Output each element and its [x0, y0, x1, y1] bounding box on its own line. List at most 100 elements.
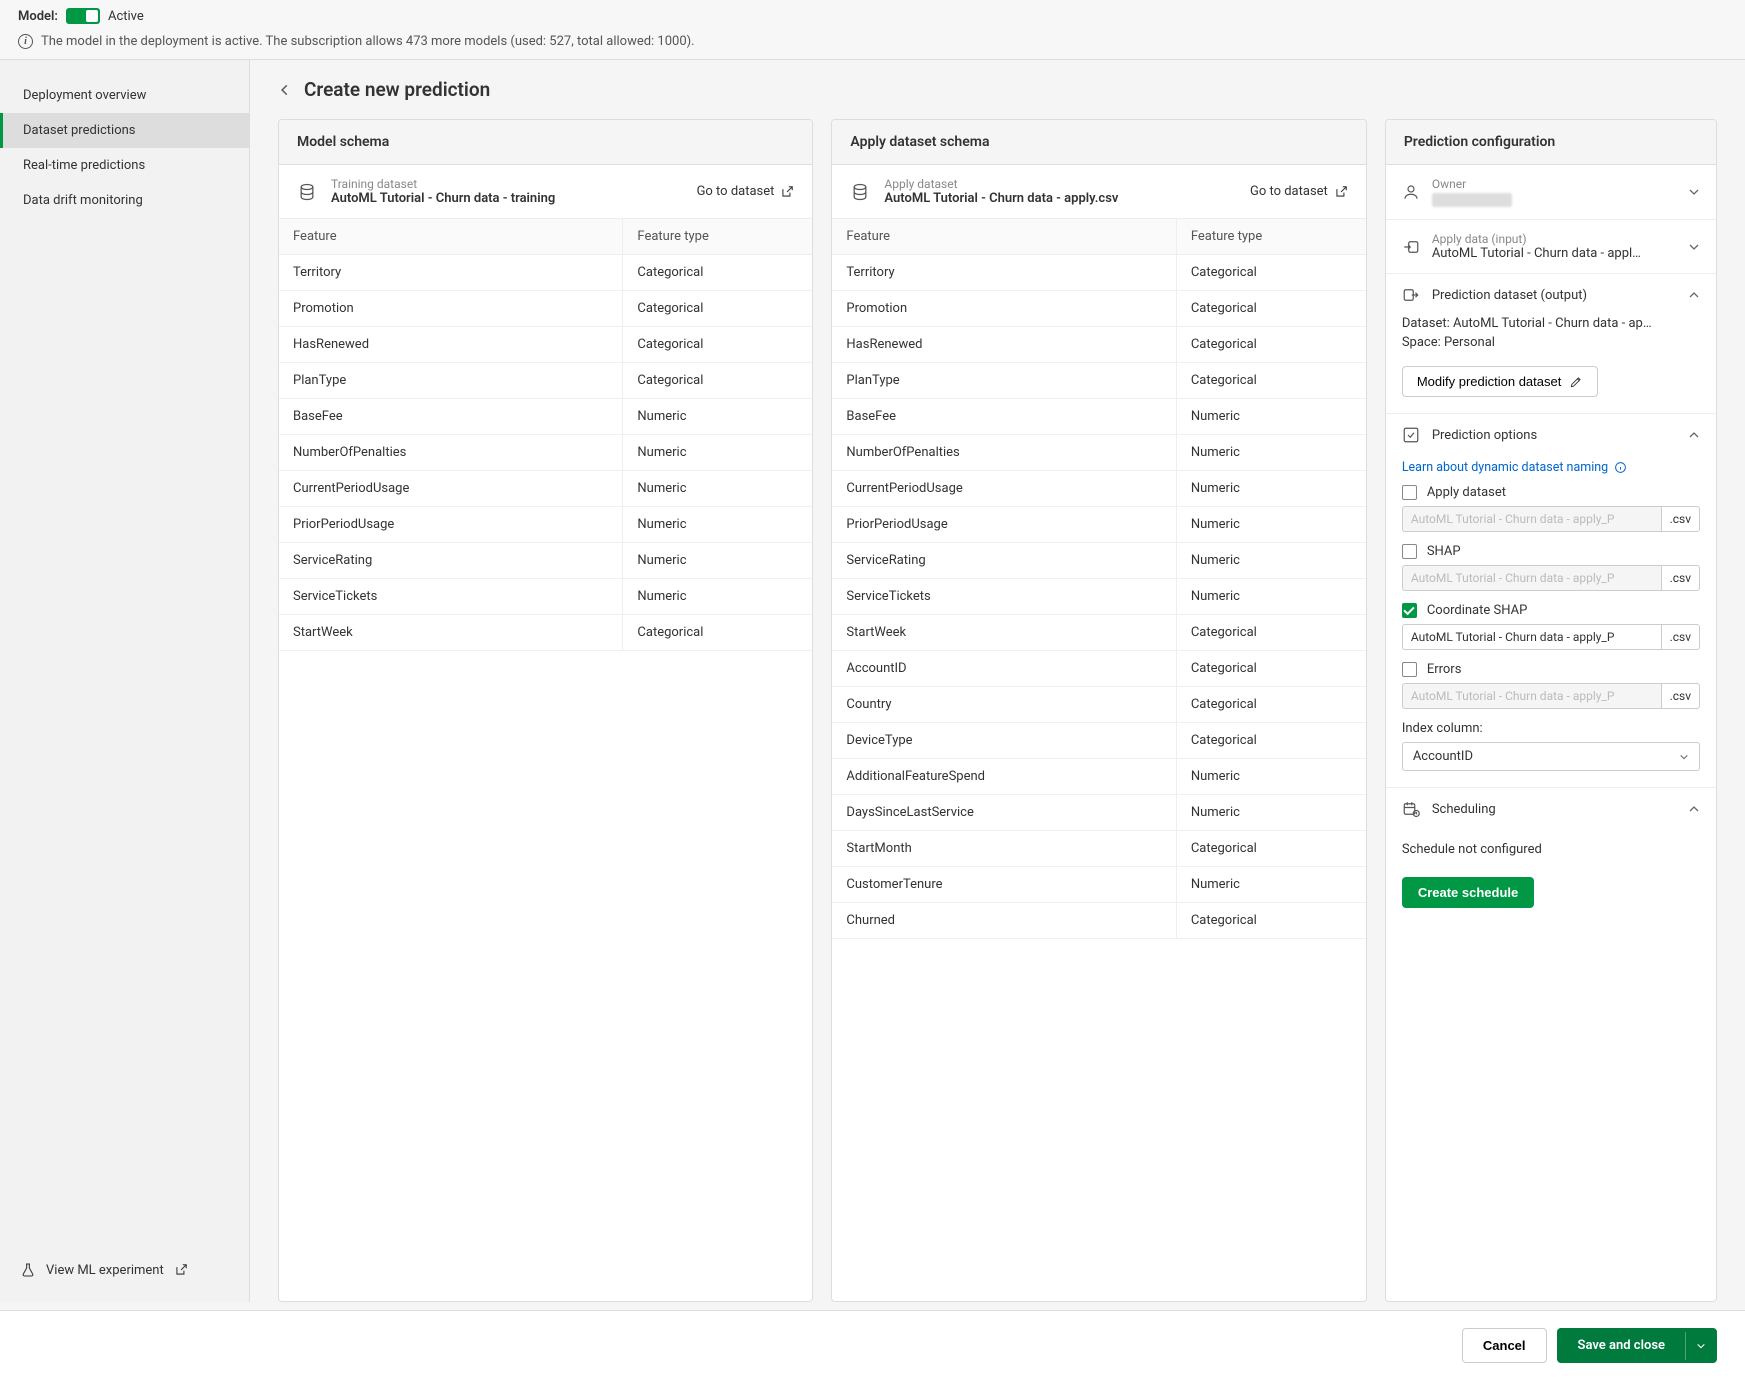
type-cell: Numeric: [622, 435, 812, 470]
config-scheduling-toggle[interactable]: Scheduling: [1386, 788, 1716, 830]
model-schema-header: Model schema: [279, 120, 812, 165]
model-active-toggle[interactable]: [66, 8, 100, 24]
view-ml-experiment-link[interactable]: View ML experiment: [0, 1246, 249, 1302]
sidebar-item-real-time-predictions[interactable]: Real-time predictions: [0, 148, 249, 183]
config-owner-section[interactable]: Owner: [1386, 165, 1716, 220]
config-options-toggle[interactable]: Prediction options: [1386, 414, 1716, 456]
model-toggle-row: Model: Active: [18, 8, 1727, 24]
type-cell: Categorical: [1176, 831, 1366, 866]
save-dropdown-toggle[interactable]: [1685, 1332, 1716, 1360]
goto-apply-dataset[interactable]: Go to dataset: [1250, 184, 1348, 199]
config-output-toggle[interactable]: Prediction dataset (output): [1386, 274, 1716, 316]
external-link-icon: [780, 185, 794, 199]
table-row: CurrentPeriodUsageNumeric: [279, 471, 812, 507]
index-column-select[interactable]: AccountID: [1402, 742, 1700, 771]
option-label: SHAP: [1427, 544, 1461, 559]
type-cell: Categorical: [622, 363, 812, 398]
view-ml-experiment-label: View ML experiment: [46, 1263, 164, 1278]
table-row: CurrentPeriodUsageNumeric: [832, 471, 1365, 507]
option-apply-dataset: Apply dataset: [1402, 485, 1700, 500]
type-cell: Categorical: [1176, 291, 1366, 326]
back-button[interactable]: [278, 83, 292, 97]
checkbox[interactable]: [1402, 544, 1417, 559]
table-row: AdditionalFeatureSpendNumeric: [832, 759, 1365, 795]
create-schedule-button[interactable]: Create schedule: [1402, 877, 1534, 908]
save-and-close-button[interactable]: Save and close: [1557, 1328, 1717, 1363]
modify-prediction-dataset-button[interactable]: Modify prediction dataset: [1402, 366, 1599, 397]
apply-dataset-sub: Apply dataset: [884, 177, 1236, 191]
table-row: ServiceRatingNumeric: [279, 543, 812, 579]
feature-cell: ServiceRating: [279, 543, 622, 578]
calendar-icon: [1402, 800, 1420, 818]
training-dataset-name: AutoML Tutorial - Churn data - training: [331, 191, 683, 206]
feature-cell: CurrentPeriodUsage: [832, 471, 1175, 506]
option-file-row: AutoML Tutorial - Churn data - apply_P.c…: [1402, 624, 1700, 650]
chevron-up-icon: [1688, 803, 1700, 815]
option-label: Errors: [1427, 662, 1462, 677]
feature-cell: NumberOfPenalties: [279, 435, 622, 470]
table-row: NumberOfPenaltiesNumeric: [832, 435, 1365, 471]
type-cell: Numeric: [1176, 579, 1366, 614]
output-dataset-line: Dataset: AutoML Tutorial - Churn data - …: [1402, 316, 1700, 331]
sidebar-item-deployment-overview[interactable]: Deployment overview: [0, 78, 249, 113]
model-schema-table-head: Feature Feature type: [279, 219, 812, 255]
subscription-info-row: i The model in the deployment is active.…: [18, 34, 1727, 49]
info-icon: i: [18, 34, 33, 49]
owner-label: Owner: [1432, 177, 1676, 191]
prediction-config-header: Prediction configuration: [1386, 120, 1716, 165]
schedule-status: Schedule not configured: [1402, 842, 1700, 857]
flask-icon: [20, 1262, 36, 1278]
goto-training-label: Go to dataset: [697, 184, 775, 199]
feature-cell: ServiceTickets: [279, 579, 622, 614]
col-feature-header: Feature: [279, 219, 622, 254]
feature-cell: AccountID: [832, 651, 1175, 686]
table-row: StartMonthCategorical: [832, 831, 1365, 867]
feature-cell: DaysSinceLastService: [832, 795, 1175, 830]
output-label: Prediction dataset (output): [1432, 288, 1676, 303]
type-cell: Categorical: [622, 291, 812, 326]
table-row: PromotionCategorical: [832, 291, 1365, 327]
main-wrap: Deployment overviewDataset predictionsRe…: [0, 60, 1745, 1302]
col-feature-header: Feature: [832, 219, 1175, 254]
table-row: BaseFeeNumeric: [279, 399, 812, 435]
top-banner: Model: Active i The model in the deploym…: [0, 0, 1745, 60]
learn-dynamic-naming-link[interactable]: Learn about dynamic dataset naming: [1402, 460, 1627, 475]
table-row: PriorPeriodUsageNumeric: [832, 507, 1365, 543]
feature-cell: Promotion: [279, 291, 622, 326]
type-cell: Categorical: [1176, 903, 1366, 938]
table-row: ServiceTicketsNumeric: [832, 579, 1365, 615]
chevron-left-icon: [278, 83, 292, 97]
table-row: TerritoryCategorical: [832, 255, 1365, 291]
output-space-line: Space: Personal: [1402, 335, 1700, 350]
input-data-icon: [1402, 238, 1420, 256]
cancel-button[interactable]: Cancel: [1462, 1328, 1547, 1363]
config-apply-data-section[interactable]: Apply data (input) AutoML Tutorial - Chu…: [1386, 220, 1716, 274]
chevron-down-icon: [1696, 1341, 1706, 1351]
apply-dataset-row: Apply dataset AutoML Tutorial - Churn da…: [832, 165, 1365, 219]
feature-cell: BaseFee: [832, 399, 1175, 434]
type-cell: Categorical: [622, 615, 812, 650]
option-file-ext: .csv: [1661, 506, 1700, 532]
table-row: AccountIDCategorical: [832, 651, 1365, 687]
option-file-input[interactable]: AutoML Tutorial - Churn data - apply_P: [1402, 624, 1661, 650]
sidebar-item-data-drift-monitoring[interactable]: Data drift monitoring: [0, 183, 249, 218]
owner-value-redacted: [1432, 193, 1512, 207]
edit-icon: [1569, 375, 1583, 389]
feature-cell: Churned: [832, 903, 1175, 938]
chevron-down-icon: [1679, 752, 1689, 762]
goto-training-dataset[interactable]: Go to dataset: [697, 184, 795, 199]
page-header: Create new prediction: [278, 78, 1717, 101]
feature-cell: StartMonth: [832, 831, 1175, 866]
checkbox[interactable]: [1402, 485, 1417, 500]
chevron-down-icon: [1688, 241, 1700, 253]
checkbox[interactable]: [1402, 603, 1417, 618]
table-row: ServiceRatingNumeric: [832, 543, 1365, 579]
feature-cell: PriorPeriodUsage: [832, 507, 1175, 542]
type-cell: Numeric: [1176, 435, 1366, 470]
checkbox[interactable]: [1402, 662, 1417, 677]
option-label: Apply dataset: [1427, 485, 1506, 500]
config-scheduling-section: Scheduling Schedule not configured Creat…: [1386, 788, 1716, 926]
feature-cell: HasRenewed: [832, 327, 1175, 362]
options-label: Prediction options: [1432, 428, 1676, 443]
sidebar-item-dataset-predictions[interactable]: Dataset predictions: [0, 113, 249, 148]
